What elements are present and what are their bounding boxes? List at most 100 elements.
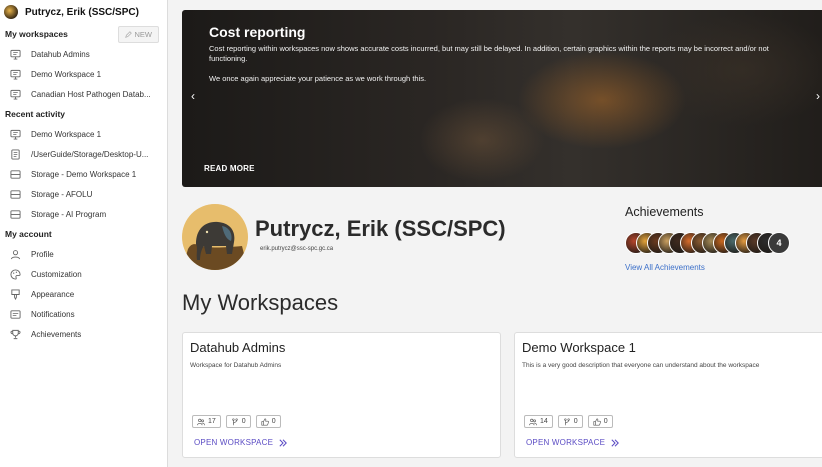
chevron-right-icon[interactable]: ›	[816, 90, 820, 102]
forks-count: 0	[241, 418, 246, 425]
banner-paragraph: Cost reporting within workspaces now sho…	[209, 44, 769, 63]
notification-icon	[10, 309, 21, 319]
sidebar-item-label: Storage - Demo Workspace 1	[31, 169, 137, 179]
sidebar-item-recent[interactable]: /UserGuide/Storage/Desktop-U...	[0, 144, 167, 164]
members-icon	[529, 418, 537, 425]
double-chevron-right-icon	[611, 438, 620, 447]
view-all-achievements-link[interactable]: View All Achievements	[625, 263, 705, 272]
sidebar-item-label: Storage - AI Program	[31, 209, 107, 219]
sidebar-item-label: Profile	[31, 249, 54, 259]
profile-name: Putrycz, Erik (SSC/SPC)	[255, 216, 506, 241]
sidebar-item-label: Customization	[31, 269, 82, 279]
sidebar-item-label: Datahub Admins	[31, 49, 90, 59]
achievements-title: Achievements	[625, 205, 704, 219]
members-icon	[197, 418, 205, 425]
section-title: My account	[5, 229, 52, 239]
workspace-card[interactable]: Datahub Admins Workspace for Datahub Adm…	[182, 332, 501, 458]
workspace-card-stats: 14 0 0	[524, 415, 613, 428]
trophy-icon	[10, 329, 21, 339]
my-account-heading: My account	[0, 224, 167, 244]
sidebar-item-label: /UserGuide/Storage/Desktop-U...	[31, 149, 149, 159]
section-title: My workspaces	[5, 29, 68, 39]
palette-icon	[10, 268, 21, 280]
page-title: My Workspaces	[182, 290, 339, 315]
monitor-icon	[10, 89, 21, 100]
file-icon	[11, 148, 20, 160]
members-stat: 14	[524, 415, 553, 428]
sidebar-user-header[interactable]: Putrycz, Erik (SSC/SPC)	[0, 0, 167, 24]
monitor-icon	[10, 69, 21, 80]
likes-stat: 0	[587, 415, 613, 428]
new-workspace-button[interactable]: NEW	[117, 25, 159, 43]
sidebar-item-label: Canadian Host Pathogen Datab...	[31, 89, 151, 99]
sidebar-item-label: Demo Workspace 1	[31, 129, 102, 139]
sidebar-item-label: Appearance	[31, 289, 75, 299]
open-workspace-button[interactable]: OPEN WORKSPACE	[526, 438, 620, 447]
likes-count: 0	[271, 418, 276, 425]
sidebar-item-appearance[interactable]: Appearance	[0, 284, 167, 304]
avatar	[4, 5, 18, 19]
monitor-icon	[10, 129, 21, 140]
likes-stat: 0	[255, 415, 281, 428]
chevron-left-icon[interactable]: ‹	[191, 90, 195, 102]
open-workspace-label: OPEN WORKSPACE	[194, 438, 274, 447]
open-workspace-button[interactable]: OPEN WORKSPACE	[194, 438, 288, 447]
my-workspaces-heading: My workspaces NEW	[0, 24, 167, 44]
sidebar-item-label: Demo Workspace 1	[31, 69, 102, 79]
recent-activity-heading: Recent activity	[0, 104, 167, 124]
workspace-card-title: Demo Workspace 1	[522, 340, 636, 355]
user-name: Putrycz, Erik (SSC/SPC)	[25, 6, 139, 18]
banner-paragraph: We once again appreciate your patience a…	[209, 74, 427, 83]
forks-count: 0	[573, 418, 578, 425]
achievement-badges[interactable]: 4	[625, 232, 795, 256]
thumbs-up-icon	[261, 417, 269, 426]
main-content: Cost reporting Cost reporting within wor…	[168, 0, 822, 467]
forks-stat: 0	[557, 415, 583, 428]
paintbrush-icon	[11, 288, 20, 300]
members-stat: 17	[192, 415, 221, 428]
sidebar-item-customization[interactable]: Customization	[0, 264, 167, 284]
thumbs-up-icon	[593, 417, 601, 426]
sidebar-item-profile[interactable]: Profile	[0, 244, 167, 264]
sidebar-item-recent[interactable]: Demo Workspace 1	[0, 124, 167, 144]
sidebar-item-workspace[interactable]: Datahub Admins	[0, 44, 167, 64]
banner-title: Cost reporting	[209, 24, 306, 40]
monitor-icon	[10, 49, 21, 60]
sidebar-item-workspace[interactable]: Demo Workspace 1	[0, 64, 167, 84]
storage-icon	[10, 209, 21, 219]
fork-icon	[232, 417, 238, 425]
sidebar-item-notifications[interactable]: Notifications	[0, 304, 167, 324]
banner-body: Cost reporting within workspaces now sho…	[209, 44, 809, 94]
achievement-more-count: 4	[768, 232, 790, 254]
members-count: 14	[540, 418, 548, 425]
new-button-label: NEW	[134, 29, 153, 39]
workspace-card-description: Workspace for Datahub Admins	[190, 362, 282, 369]
workspace-card[interactable]: Demo Workspace 1 This is a very good des…	[514, 332, 822, 458]
sidebar-item-label: Storage - AFOLU	[31, 189, 93, 199]
sidebar-item-recent[interactable]: Storage - AI Program	[0, 204, 167, 224]
fork-icon	[564, 417, 570, 425]
workspace-card-stats: 17 0 0	[192, 415, 281, 428]
person-icon	[10, 249, 21, 259]
elephant-icon	[182, 204, 248, 270]
forks-stat: 0	[225, 415, 251, 428]
storage-icon	[10, 189, 21, 199]
sidebar-item-recent[interactable]: Storage - AFOLU	[0, 184, 167, 204]
avatar	[182, 204, 248, 270]
sidebar-item-recent[interactable]: Storage - Demo Workspace 1	[0, 164, 167, 184]
likes-count: 0	[603, 418, 608, 425]
read-more-button[interactable]: READ MORE	[204, 164, 255, 173]
section-title: Recent activity	[5, 109, 65, 119]
sidebar: Putrycz, Erik (SSC/SPC) My workspaces NE…	[0, 0, 168, 467]
pencil-icon	[124, 30, 132, 38]
profile-email: erik.putrycz@ssc-spc.gc.ca	[260, 246, 334, 252]
announcement-banner: Cost reporting Cost reporting within wor…	[182, 10, 822, 187]
sidebar-item-label: Notifications	[31, 309, 75, 319]
sidebar-item-workspace[interactable]: Canadian Host Pathogen Datab...	[0, 84, 167, 104]
workspace-card-description: This is a very good description that eve…	[522, 362, 760, 369]
sidebar-item-label: Achievements	[31, 329, 82, 339]
sidebar-item-achievements[interactable]: Achievements	[0, 324, 167, 344]
storage-icon	[10, 169, 21, 179]
double-chevron-right-icon	[279, 438, 288, 447]
members-count: 17	[208, 418, 216, 425]
